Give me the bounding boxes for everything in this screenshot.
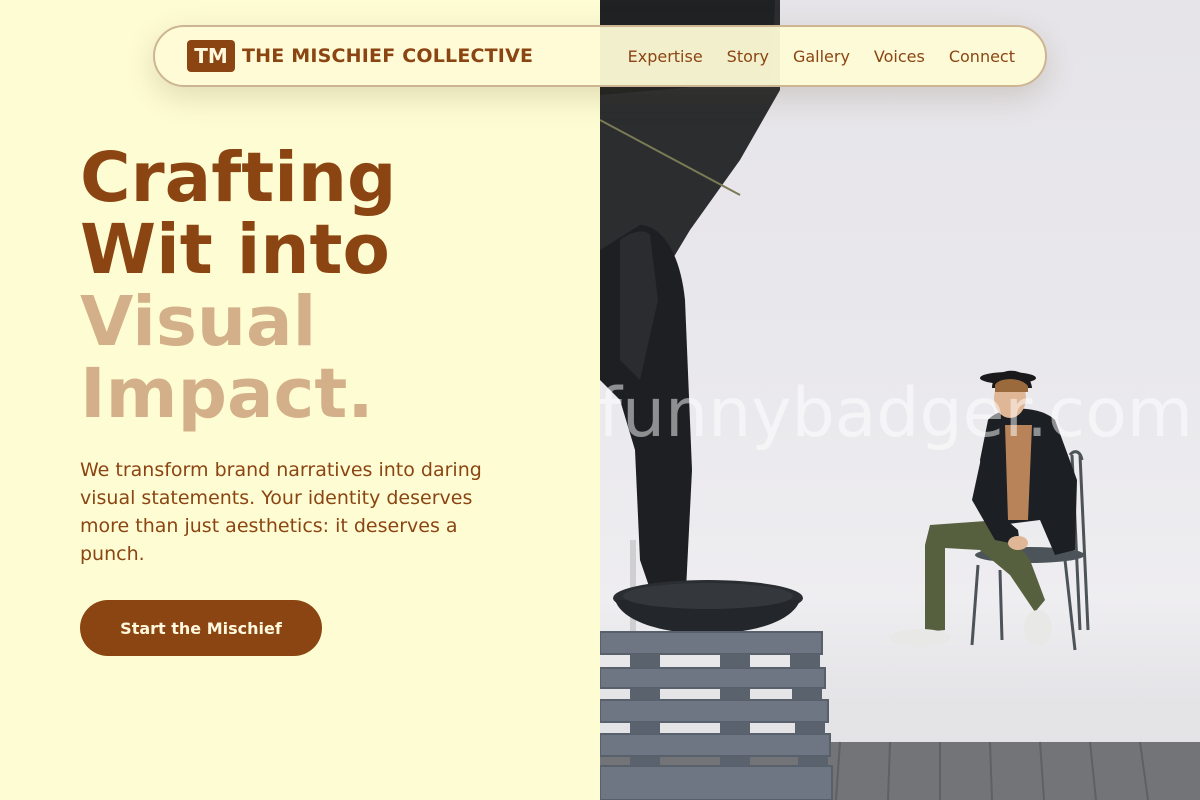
brand-badge: TM [187, 40, 235, 72]
hero-title: Crafting Wit into Visual Impact. [80, 142, 396, 430]
hero-photo [600, 0, 1200, 800]
hero-title-line-1: Crafting [80, 138, 397, 218]
nav-link-expertise[interactable]: Expertise [628, 47, 703, 66]
studio-photo-illustration [600, 0, 1200, 800]
nav-link-gallery[interactable]: Gallery [793, 47, 850, 66]
brand-name: THE MISCHIEF COLLECTIVE [242, 45, 534, 67]
nav-link-voices[interactable]: Voices [874, 47, 925, 66]
hero-title-line-2: Wit into [80, 210, 390, 290]
brand-logo[interactable]: TM THE MISCHIEF COLLECTIVE [187, 40, 533, 72]
nav-links: Expertise Story Gallery Voices Connect [628, 47, 1015, 66]
hero-description: We transform brand narratives into darin… [80, 459, 482, 565]
hero-title-line-3: Visual [80, 282, 317, 362]
start-mischief-button[interactable]: Start the Mischief [80, 600, 322, 656]
hero-title-line-4: Impact. [80, 354, 374, 434]
nav-link-connect[interactable]: Connect [949, 47, 1015, 66]
top-navbar: TM THE MISCHIEF COLLECTIVE Expertise Sto… [153, 25, 1047, 87]
nav-link-story[interactable]: Story [727, 47, 769, 66]
